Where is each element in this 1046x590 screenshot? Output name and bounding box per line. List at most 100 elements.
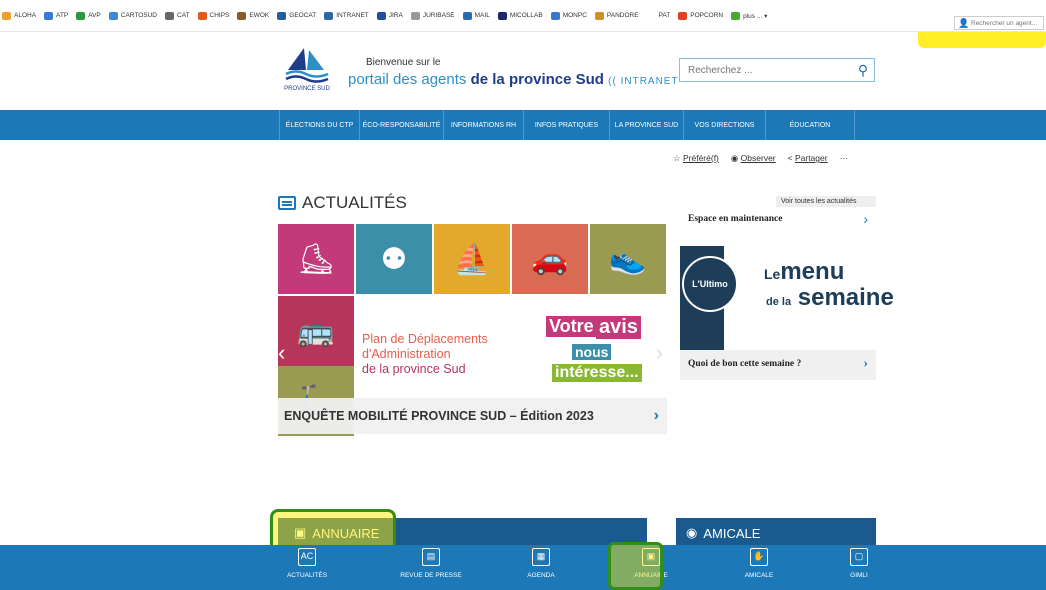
- bookmark-icon: [410, 11, 420, 20]
- bookmark-label: INTRANET: [336, 12, 369, 19]
- agent-search-box[interactable]: 👤: [954, 16, 1044, 30]
- bookmark-8[interactable]: INTRANET: [324, 11, 369, 20]
- bookmark-label: ALOHA: [14, 12, 37, 19]
- bookmark-14[interactable]: PANDORE: [594, 11, 639, 20]
- share-action[interactable]: < Partager: [788, 153, 828, 164]
- more-actions-button[interactable]: ···: [840, 153, 849, 164]
- bookmark-icon: [376, 11, 386, 20]
- bookmark-icon: [76, 11, 86, 20]
- bookmark-9[interactable]: JIRA: [376, 11, 403, 20]
- bookmark-label: CHIPS: [209, 12, 230, 19]
- ppd-slide-text: Plan de Déplacements d'Administration de…: [362, 332, 488, 376]
- menu-title-line2: de la semaine: [766, 284, 894, 311]
- nav-item-5[interactable]: VOS DIRECTIONS: [683, 110, 765, 140]
- news-icon: [278, 196, 296, 210]
- nav-item-2[interactable]: INFORMATIONS RH: [443, 110, 523, 140]
- carousel-tile-1: ⚉: [356, 224, 432, 294]
- maintenance-title[interactable]: Espace en maintenance: [688, 214, 782, 224]
- chevron-right-icon[interactable]: ›: [863, 356, 868, 372]
- menu-caption-text[interactable]: Quoi de bon cette semaine ?: [688, 359, 801, 369]
- bookmark-label: CAT: [177, 12, 190, 19]
- nav-item-6[interactable]: ÉDUCATION: [765, 110, 855, 140]
- bus-tile: 🚌: [278, 296, 354, 366]
- bookmark-13[interactable]: MONPC: [550, 11, 587, 20]
- bottom-shortcut-amicale[interactable]: ✋ AMICALE: [714, 548, 804, 579]
- bottom-shortcut-revue-de-presse[interactable]: ▤ REVUE DE PRESSE: [386, 548, 476, 579]
- bookmark-4[interactable]: CAT: [165, 11, 190, 20]
- bookmark-icon: [462, 11, 472, 20]
- bookmark-icon: [197, 11, 207, 20]
- carousel-caption-text[interactable]: ENQUÊTE MOBILITÉ PROVINCE SUD – Édition …: [284, 409, 594, 423]
- chevron-right-icon[interactable]: ›: [863, 211, 868, 227]
- bookmark-label: MICOLLAB: [509, 12, 543, 19]
- user-icon: 👤: [958, 18, 970, 28]
- bookmark-1[interactable]: ATP: [44, 11, 69, 20]
- agent-search-input[interactable]: [971, 19, 1043, 27]
- shortcut-icon: ▢: [850, 548, 868, 566]
- shortcut-icon: ▦: [532, 548, 550, 566]
- bookmark-0[interactable]: ALOHA: [2, 11, 37, 20]
- shortcut-label: AGENDA: [527, 572, 555, 579]
- bookmark-5[interactable]: CHIPS: [197, 11, 230, 20]
- bookmark-label: ATP: [56, 12, 69, 19]
- nav-item-3[interactable]: INFOS PRATIQUES: [523, 110, 609, 140]
- bookmark-label: GEOCAT: [289, 12, 317, 19]
- carousel-tile-2: ⛵: [434, 224, 510, 294]
- chevron-right-icon[interactable]: ›: [654, 407, 659, 425]
- bookmark-icon: [237, 11, 247, 20]
- bookmark-2[interactable]: AVP: [76, 11, 101, 20]
- shortcut-label: REVUE DE PRESSE: [400, 572, 462, 579]
- carousel-tile-0: ⛸: [278, 224, 354, 294]
- menu-caption[interactable]: Quoi de bon cette semaine ? ›: [680, 350, 876, 380]
- welcome-text: Bienvenue sur le: [366, 57, 441, 68]
- search-icon[interactable]: ⚲: [852, 62, 874, 79]
- bookmark-label: plus ... ▾: [743, 12, 768, 20]
- bookmark-6[interactable]: EWOK: [237, 11, 269, 20]
- bookmark-3[interactable]: CARTOSUD: [108, 11, 157, 20]
- bookmark-label: POPCORN: [690, 12, 724, 19]
- bookmark-17[interactable]: plus ... ▾: [731, 11, 768, 20]
- main-search-box: ⚲: [679, 58, 875, 82]
- bookmark-7[interactable]: GEOCAT: [277, 11, 317, 20]
- portal-title-intranet: (( INTRANET: [608, 76, 679, 87]
- bookmark-11[interactable]: MAIL: [462, 11, 490, 20]
- group-icon: ◉: [686, 525, 698, 540]
- bookmark-icon: [2, 11, 11, 20]
- logo-text: PROVINCE SUD: [284, 86, 330, 92]
- bookmark-label: AVP: [88, 12, 101, 19]
- maintenance-card[interactable]: Espace en maintenance ›: [680, 207, 876, 233]
- favorite-action[interactable]: ☆ Préféré(f): [673, 153, 719, 164]
- carousel-prev-button[interactable]: ‹: [278, 340, 285, 366]
- bottom-shortcut-agenda[interactable]: ▦ AGENDA: [496, 548, 586, 579]
- bookmark-10[interactable]: JURIBASE: [410, 11, 455, 20]
- bookmark-icon: [497, 11, 507, 20]
- nav-item-1[interactable]: ÉCO-RESPONSABILITÉ: [359, 110, 443, 140]
- menu-semaine-card[interactable]: L'Ultimo Lemenu de la semaine Quoi de bo…: [680, 246, 894, 380]
- portal-title-middle: de la province Sud: [470, 71, 604, 88]
- shortcut-label: GIMLI: [850, 572, 868, 579]
- bottom-shortcut-gimli[interactable]: ▢ GIMLI: [814, 548, 904, 579]
- bookmark-16[interactable]: POPCORN: [678, 11, 724, 20]
- amicale-section-header[interactable]: ◉ AMICALE: [676, 518, 876, 548]
- news-carousel[interactable]: ⛸⚉⛵🚗👟 🚌 🛴 Plan de Déplacements d'Adminis…: [278, 224, 667, 436]
- shortcut-label: AMICALE: [744, 572, 774, 579]
- nav-item-4[interactable]: LA PROVINCE SUD: [609, 110, 683, 140]
- main-search-input[interactable]: [680, 59, 852, 81]
- shortcut-icon: ✋: [750, 548, 768, 566]
- bottom-shortcut-actualit-s[interactable]: AC ACTUALITÉS: [262, 548, 352, 579]
- bookmark-15[interactable]: PAT: [646, 11, 671, 20]
- actualites-heading: ACTUALITÉS: [278, 193, 407, 213]
- bookmark-12[interactable]: MICOLLAB: [497, 11, 543, 20]
- province-sud-logo[interactable]: PROVINCE SUD: [282, 44, 332, 92]
- carousel-next-button[interactable]: ›: [656, 340, 663, 366]
- bookmark-icon: [324, 11, 334, 20]
- bookmark-icon: [594, 11, 604, 20]
- bookmark-icon: [44, 11, 54, 20]
- nav-items: ÉLECTIONS DU CTP ÉCO-RESPONSABILITÉ INFORM…: [279, 110, 855, 140]
- watch-action[interactable]: ◉ Observer: [731, 153, 776, 164]
- carousel-caption[interactable]: ENQUÊTE MOBILITÉ PROVINCE SUD – Édition …: [278, 398, 667, 434]
- bookmark-icon: [165, 11, 174, 20]
- bookmark-label: PAT: [658, 12, 671, 19]
- nav-item-0[interactable]: ÉLECTIONS DU CTP: [279, 110, 359, 140]
- shortcut-label: ACTUALITÉS: [286, 572, 328, 579]
